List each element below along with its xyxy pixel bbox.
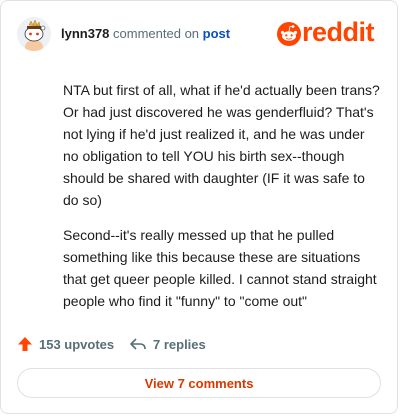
reddit-logo[interactable]: reddit (277, 17, 381, 49)
reply-arrow-icon (130, 338, 146, 350)
comment-body: NTA but first of all, what if he'd actua… (63, 79, 381, 325)
post-link[interactable]: post (203, 26, 230, 41)
comment-card: lynn378 commented on post reddit NTA but… (0, 0, 398, 414)
reddit-wordmark: reddit (302, 17, 375, 47)
user-avatar[interactable] (17, 17, 51, 51)
upvote-count: 153 upvotes (39, 336, 115, 352)
upvote-arrow-icon (18, 337, 32, 351)
snoo-avatar-icon (17, 17, 51, 51)
comment-byline: lynn378 commented on post (61, 26, 230, 41)
upvote-button[interactable]: 153 upvotes (17, 333, 114, 355)
replies-button[interactable]: 7 replies (129, 333, 206, 355)
comment-header: lynn378 commented on post reddit (17, 17, 381, 53)
reddit-snoo-icon (277, 22, 301, 46)
username-link[interactable]: lynn378 (61, 26, 109, 41)
reply-count: 7 replies (153, 336, 206, 352)
comment-actions: 153 upvotes 7 replies (17, 333, 377, 355)
view-comments-button[interactable]: View 7 comments (17, 368, 381, 398)
comment-paragraph: NTA but first of all, what if he'd actua… (63, 82, 380, 208)
action-text: commented on (113, 26, 200, 41)
comment-paragraph: Second--it's really messed up that he pu… (63, 227, 377, 309)
